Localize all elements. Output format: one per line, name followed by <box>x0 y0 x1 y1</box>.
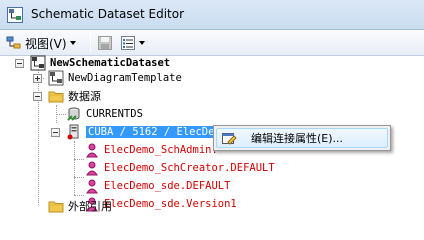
collapse-toggle[interactable] <box>33 92 42 101</box>
tree-node-label: 外部引用 <box>68 200 112 213</box>
tree-node-diagram-template[interactable]: NewDiagramTemplate <box>48 69 182 87</box>
tree-node-version[interactable]: ElecDemo_SchCreator.DEFAULT <box>84 159 275 177</box>
context-menu: 编辑连接属性(E)... <box>213 125 391 151</box>
tree-connector <box>74 159 84 160</box>
tree-node-label: ElecDemo_SchCreator.DEFAULT <box>104 162 275 174</box>
tree-node-label: NewDiagramTemplate <box>68 72 182 84</box>
database-connection-icon <box>67 107 80 121</box>
tree-node-label: ElecDemo_sde.Version1 <box>104 198 237 210</box>
version-icon <box>86 161 98 176</box>
folder-icon <box>48 91 64 103</box>
sde-connection-icon <box>67 124 79 140</box>
edit-connection-properties-menu-item[interactable]: 编辑连接属性(E)... <box>216 128 388 148</box>
tree-node-cuba-connection[interactable]: CUBA / 5162 / ElecDem <box>66 123 223 141</box>
view-tree-icon <box>6 36 21 49</box>
tree-node-label: CURRENTDS <box>86 108 143 120</box>
chevron-down-icon <box>69 41 76 45</box>
schematic-dataset-icon <box>30 55 46 71</box>
tree-connector <box>74 177 84 178</box>
tree-connector <box>38 69 39 205</box>
tree-node-currentds[interactable]: CURRENTDS <box>66 105 143 123</box>
tree-node-data-sources[interactable]: 数据源 <box>48 87 101 105</box>
folder-icon <box>48 201 64 213</box>
collapse-toggle[interactable] <box>51 128 60 137</box>
tree-node-label: CUBA / 5162 / ElecDem <box>86 126 223 138</box>
view-menu-button[interactable]: 视图(V) <box>6 33 76 53</box>
version-icon <box>86 179 98 194</box>
tree-node-external-references[interactable]: 外部引用 <box>48 197 112 215</box>
menu-item-label: 编辑连接属性(E)... <box>251 132 344 145</box>
view-menu-label: 视图(V) <box>25 36 67 51</box>
tree-connector <box>74 141 75 195</box>
diagram-template-icon <box>48 70 64 86</box>
expand-toggle[interactable] <box>33 74 42 83</box>
tree-node-version[interactable]: ElecDemo_SchAdmin. <box>84 141 218 159</box>
tree-node-version[interactable]: ElecDemo_sde.DEFAULT <box>84 177 230 195</box>
tree-node-label: NewSchematicDataset <box>50 57 171 69</box>
toolbar-separator <box>90 34 91 52</box>
layout-options-button[interactable] <box>120 33 145 53</box>
toolbar: 视图(V) <box>0 30 424 56</box>
save-button[interactable] <box>97 33 113 53</box>
connection-properties-icon <box>222 133 237 145</box>
tree-node-label: ElecDemo_sde.DEFAULT <box>104 180 231 192</box>
tree-connector <box>56 114 66 115</box>
version-icon <box>86 143 98 158</box>
tree-connector <box>74 195 84 196</box>
title-bar: Schematic Dataset Editor <box>0 0 424 30</box>
tree-node-label: ElecDemo_SchAdmin. <box>104 144 218 156</box>
collapse-toggle[interactable] <box>15 59 24 68</box>
chevron-down-icon <box>139 41 145 45</box>
list-options-icon <box>121 36 135 50</box>
tree-node-label: 数据源 <box>68 90 101 103</box>
window-title: Schematic Dataset Editor <box>31 7 185 21</box>
schematic-app-icon <box>7 7 23 23</box>
save-icon <box>98 36 112 50</box>
